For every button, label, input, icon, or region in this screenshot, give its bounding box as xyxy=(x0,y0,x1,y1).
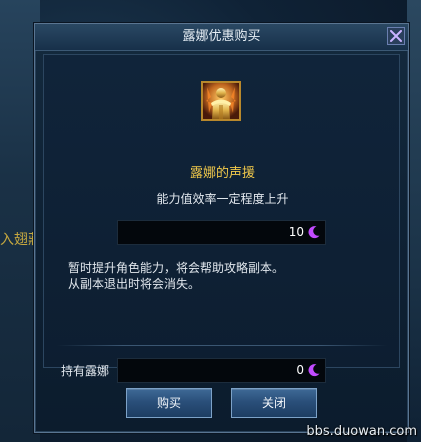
luna-discount-purchase-dialog: 露娜优惠购买 露娜的声援 能力值效率一定程度上升 10 暂时提升角色能力，将会帮… xyxy=(34,23,409,433)
buy-button[interactable]: 购买 xyxy=(126,388,212,418)
item-portrait-icon xyxy=(201,81,241,121)
watermark: bbs.duowan.com xyxy=(306,424,417,439)
owned-luna-field: 0 xyxy=(117,358,326,383)
background-scene-right xyxy=(407,0,421,442)
background-scene-text: 入翅莊 xyxy=(0,232,36,248)
close-icon[interactable] xyxy=(387,27,405,45)
price-value: 10 xyxy=(288,225,304,239)
owned-luna-label: 持有露娜 xyxy=(61,364,110,378)
effect-line-2: 从副本退出时将会消失。 xyxy=(68,277,201,291)
close-button[interactable]: 关闭 xyxy=(231,388,317,418)
item-name: 露娜的声援 xyxy=(189,166,255,181)
crescent-moon-icon xyxy=(308,364,320,377)
dialog-title: 露娜优惠购买 xyxy=(182,29,261,44)
owned-luna-value: 0 xyxy=(296,363,304,377)
divider xyxy=(57,345,387,346)
item-description: 能力值效率一定程度上升 xyxy=(156,192,289,206)
dialog-title-bar: 露娜优惠购买 xyxy=(35,24,408,51)
item-effect-text: 暂时提升角色能力，将会帮助攻略副本。 从副本退出时将会消失。 xyxy=(68,260,388,292)
price-field: 10 xyxy=(117,220,326,245)
crescent-moon-icon xyxy=(308,226,320,239)
close-x-icon xyxy=(390,30,402,42)
effect-line-1: 暂时提升角色能力，将会帮助攻略副本。 xyxy=(68,261,285,275)
